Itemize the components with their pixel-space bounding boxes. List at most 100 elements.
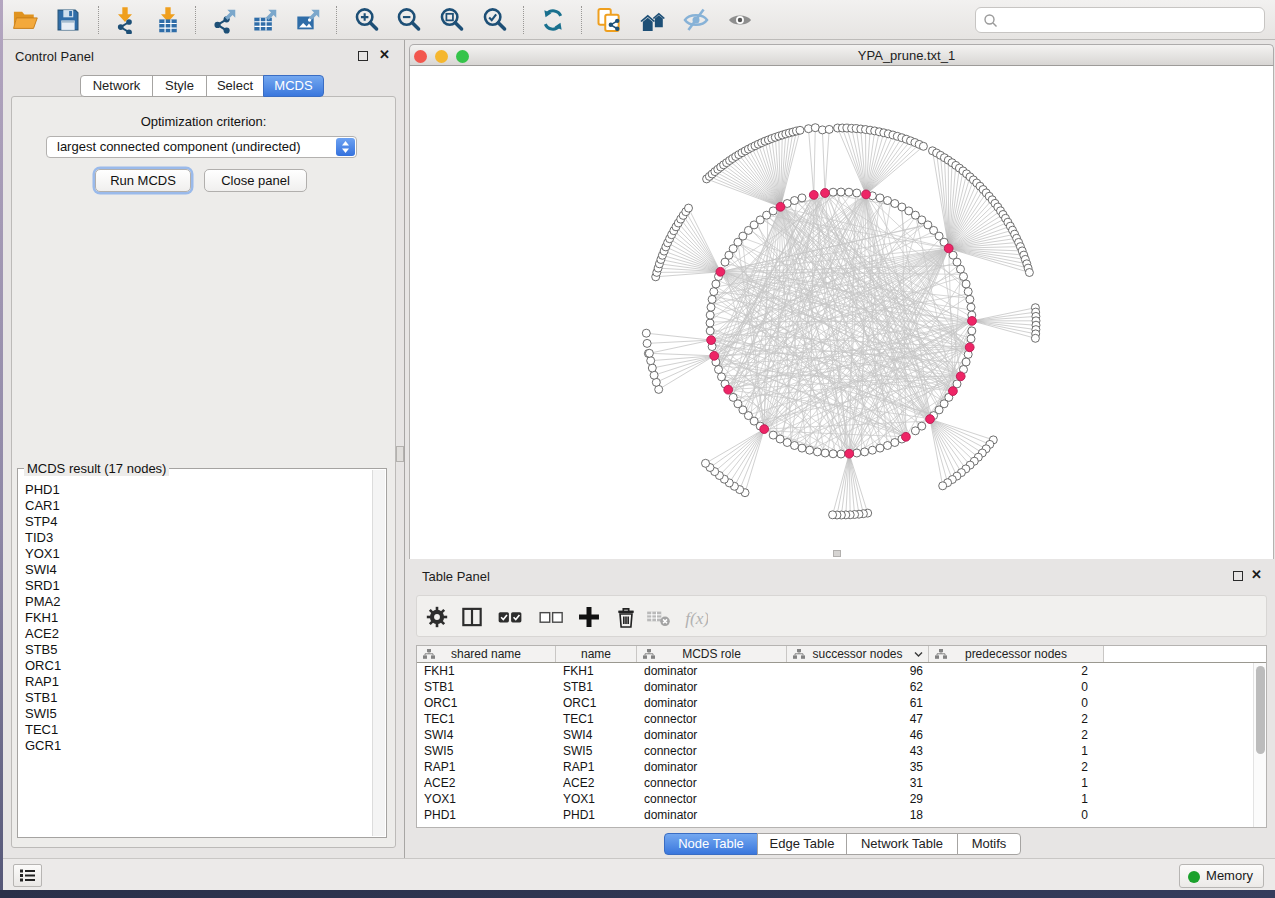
table-cell: RAP1: [417, 759, 556, 775]
zoom-in-icon[interactable]: [353, 6, 381, 34]
mcds-result-item[interactable]: PHD1: [25, 482, 371, 498]
tab-style[interactable]: Style: [152, 75, 207, 97]
zoom-fit-icon[interactable]: [438, 6, 466, 34]
table-row[interactable]: PHD1PHD1dominator180: [417, 807, 1252, 823]
close-table-panel-icon[interactable]: ✕: [1251, 567, 1262, 582]
table-row[interactable]: ORC1ORC1dominator610: [417, 695, 1252, 711]
close-panel-icon[interactable]: ✕: [379, 47, 390, 62]
table-panel-tabs: Node TableEdge TableNetwork TableMotifs: [664, 833, 1021, 855]
tab-select[interactable]: Select: [206, 75, 264, 97]
criterion-dropdown[interactable]: largest connected component (undirected): [46, 136, 357, 158]
table-cell: connector: [637, 743, 787, 759]
float-panel-icon[interactable]: [358, 51, 368, 61]
mcds-result-item[interactable]: SRD1: [25, 578, 371, 594]
column-header-name[interactable]: name: [556, 646, 637, 662]
tab-motifs[interactable]: Motifs: [957, 833, 1021, 855]
save-icon[interactable]: [54, 6, 82, 34]
first-neighbors-icon[interactable]: [639, 6, 667, 34]
table-row[interactable]: YOX1YOX1connector291: [417, 791, 1252, 807]
table-scrollbar-thumb[interactable]: [1256, 666, 1265, 754]
checked-pair-icon[interactable]: [497, 604, 523, 630]
run-mcds-button[interactable]: Run MCDS: [95, 169, 191, 192]
table-cell: 47: [787, 711, 929, 727]
vertical-splitter-handle[interactable]: [396, 446, 404, 462]
table-toolbar: f(x): [416, 595, 1267, 637]
memory-button[interactable]: Memory: [1179, 864, 1264, 888]
table-row[interactable]: SWI5SWI5connector431: [417, 743, 1252, 759]
mcds-result-item[interactable]: TID3: [25, 530, 371, 546]
columns-icon[interactable]: [459, 604, 485, 630]
close-panel-button[interactable]: Close panel: [204, 169, 307, 192]
table-cell: SWI4: [556, 727, 637, 743]
float-table-panel-icon[interactable]: [1233, 571, 1243, 581]
mcds-result-item[interactable]: PMA2: [25, 594, 371, 610]
mcds-result-item[interactable]: ACE2: [25, 626, 371, 642]
show-all-icon[interactable]: [726, 6, 754, 34]
memory-status-icon: [1188, 871, 1200, 883]
table-cell: 2: [929, 711, 1104, 727]
mcds-result-item[interactable]: RAP1: [25, 674, 371, 690]
mcds-result-item[interactable]: STB5: [25, 642, 371, 658]
table-cell: PHD1: [417, 807, 556, 823]
table-row[interactable]: ACE2ACE2connector311: [417, 775, 1252, 791]
unchecked-pair-icon[interactable]: [538, 604, 564, 630]
zoom-selected-icon[interactable]: [481, 6, 509, 34]
table-row[interactable]: TEC1TEC1connector472: [417, 711, 1252, 727]
import-network-icon[interactable]: [111, 6, 139, 34]
import-table-icon[interactable]: [154, 6, 182, 34]
mcds-result-item[interactable]: STP4: [25, 514, 371, 530]
tab-network[interactable]: Network: [80, 75, 153, 97]
export-image-icon[interactable]: [295, 6, 323, 34]
mcds-result-item[interactable]: ORC1: [25, 658, 371, 674]
column-header-shared-name[interactable]: shared name: [417, 646, 556, 662]
mcds-result-item[interactable]: STB1: [25, 690, 371, 706]
tab-network-table[interactable]: Network Table: [846, 833, 958, 855]
table-cell: 43: [787, 743, 929, 759]
mcds-result-item[interactable]: FKH1: [25, 610, 371, 626]
table-row[interactable]: SWI4SWI4dominator462: [417, 727, 1252, 743]
task-list-button[interactable]: [13, 864, 42, 887]
plus-icon[interactable]: [576, 604, 602, 630]
toolbar-separator: [581, 6, 582, 34]
table-cell: 31: [787, 775, 929, 791]
open-file-icon[interactable]: [11, 6, 39, 34]
column-header-MCDS-role[interactable]: MCDS role: [637, 646, 787, 662]
mcds-result-item[interactable]: SWI5: [25, 706, 371, 722]
column-header-successor-nodes[interactable]: successor nodes: [787, 646, 929, 662]
mcds-result-item[interactable]: YOX1: [25, 546, 371, 562]
zoom-out-icon[interactable]: [395, 6, 423, 34]
tab-edge-table[interactable]: Edge Table: [757, 833, 847, 855]
table-row[interactable]: FKH1FKH1dominator962: [417, 663, 1252, 679]
export-network-icon[interactable]: [211, 6, 239, 34]
mcds-result-item[interactable]: TEC1: [25, 722, 371, 738]
tab-mcds[interactable]: MCDS: [263, 75, 324, 97]
export-table-icon[interactable]: [252, 6, 280, 34]
table-cell: STB1: [556, 679, 637, 695]
result-scrollbar[interactable]: [372, 470, 385, 836]
table-scrollbar[interactable]: [1253, 663, 1266, 827]
gear-icon[interactable]: [424, 604, 450, 630]
mcds-result-item[interactable]: SWI4: [25, 562, 371, 578]
network-graph: [410, 66, 1275, 559]
tab-node-table[interactable]: Node Table: [664, 833, 758, 855]
table-cell: FKH1: [417, 663, 556, 679]
mcds-result-item[interactable]: CAR1: [25, 498, 371, 514]
copy-network-icon[interactable]: [595, 6, 623, 34]
table-cell: FKH1: [556, 663, 637, 679]
table-row[interactable]: RAP1RAP1dominator352: [417, 759, 1252, 775]
control-panel-tabs: NetworkStyleSelectMCDS: [80, 75, 324, 97]
table-cell: 0: [929, 679, 1104, 695]
column-header-predecessor-nodes[interactable]: predecessor nodes: [929, 646, 1104, 662]
table-row[interactable]: STB1STB1dominator620: [417, 679, 1252, 695]
hide-selected-icon[interactable]: [682, 6, 710, 34]
refresh-icon[interactable]: [539, 6, 567, 34]
mcds-result-item[interactable]: GCR1: [25, 738, 371, 754]
trash-icon[interactable]: [613, 604, 639, 630]
table-cell: YOX1: [417, 791, 556, 807]
table-cell: SWI5: [556, 743, 637, 759]
search-input[interactable]: [975, 7, 1265, 33]
network-canvas[interactable]: [409, 66, 1274, 559]
horizontal-splitter-handle[interactable]: [833, 550, 841, 557]
table-cell: 1: [929, 743, 1104, 759]
network-window-titlebar[interactable]: YPA_prune.txt_1: [409, 44, 1274, 66]
